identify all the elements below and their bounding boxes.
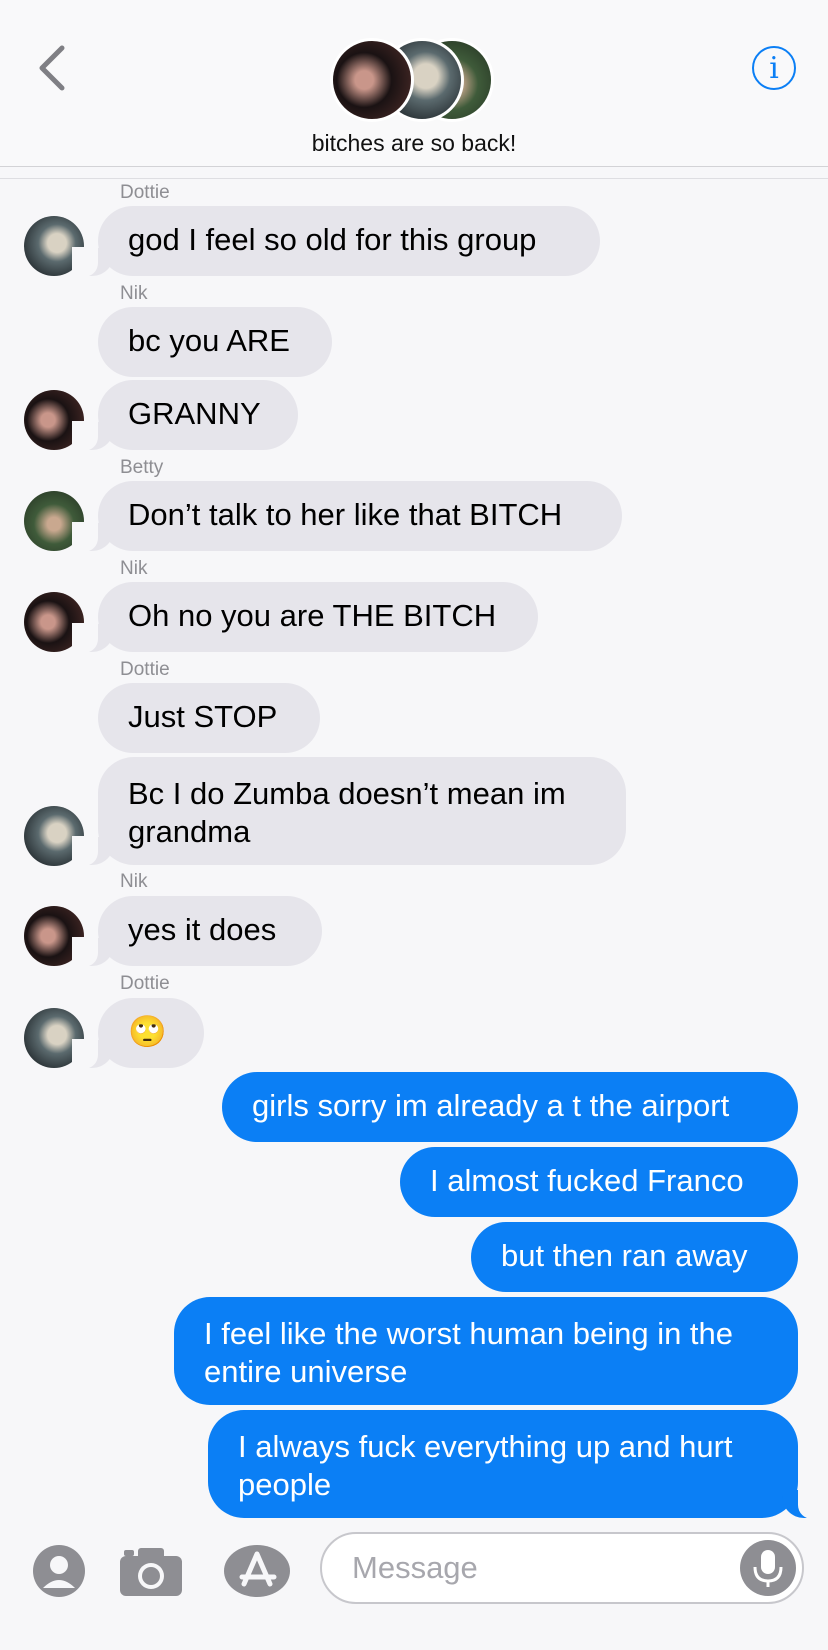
message-text: girls sorry im already a t the airport — [252, 1088, 730, 1123]
message-bubble-incoming[interactable]: Don’t talk to her like that BITCH — [72, 481, 622, 552]
contact-icon — [33, 1545, 85, 1597]
sender-name: Nik — [120, 558, 148, 579]
contact-button[interactable] — [32, 1544, 86, 1603]
message-input-bar: Message — [0, 1518, 828, 1650]
sender-name: Dottie — [120, 182, 170, 203]
info-button[interactable]: i — [752, 46, 796, 90]
header-divider — [0, 178, 828, 179]
message-bubble-incoming[interactable]: Bc I do Zumba doesn’t mean im grandma — [72, 757, 626, 866]
dictation-button[interactable] — [740, 1540, 796, 1596]
message-bubble-outgoing[interactable]: I almost fucked Franco — [400, 1147, 798, 1217]
message-bubble-outgoing[interactable]: but then ran away — [471, 1222, 798, 1292]
message-text: Oh no you are THE BITCH — [128, 598, 497, 633]
message-text: Just STOP — [128, 699, 278, 734]
message-text: Don’t talk to her like that BITCH — [128, 497, 563, 532]
message-bubble-incoming[interactable]: Just STOP — [98, 683, 320, 753]
message-text: but then ran away — [501, 1238, 748, 1273]
message-text: bc you ARE — [128, 323, 290, 358]
group-avatars[interactable] — [330, 38, 494, 122]
message-bubble-incoming[interactable]: yes it does — [72, 896, 322, 967]
sender-name: Nik — [120, 871, 148, 892]
back-button[interactable] — [34, 44, 74, 92]
message-bubble-incoming[interactable]: 🙄 — [72, 998, 204, 1069]
rolling-eyes-emoji: 🙄 — [128, 1014, 167, 1049]
message-placeholder: Message — [352, 1550, 478, 1585]
message-bubble-incoming[interactable]: GRANNY — [72, 380, 298, 451]
conversation-title[interactable]: bitches are so back! — [0, 130, 828, 157]
message-text: Bc I do Zumba doesn’t mean im grandma — [128, 776, 566, 849]
camera-button[interactable] — [118, 1546, 184, 1603]
conversation-header: bitches are so back! i — [0, 0, 828, 167]
message-text: I almost fucked Franco — [430, 1163, 744, 1198]
message-bubble-outgoing[interactable]: girls sorry im already a t the airport — [222, 1072, 798, 1142]
message-text: I always fuck everything up and hurt peo… — [238, 1429, 733, 1502]
message-text: god I feel so old for this group — [128, 222, 537, 257]
app-store-button[interactable] — [222, 1544, 292, 1603]
message-bubble-outgoing[interactable]: I feel like the worst human being in the… — [174, 1297, 798, 1405]
message-bubble-outgoing[interactable]: I always fuck everything up and hurt peo… — [208, 1410, 824, 1519]
sender-name: Dottie — [120, 659, 170, 680]
message-text: I feel like the worst human being in the… — [204, 1316, 734, 1389]
message-bubble-incoming[interactable]: Oh no you are THE BITCH — [72, 582, 538, 653]
sender-name: Nik — [120, 283, 148, 304]
message-bubble-incoming[interactable]: god I feel so old for this group — [72, 206, 600, 277]
sender-name: Dottie — [120, 973, 170, 994]
app-store-icon — [224, 1545, 290, 1597]
chevron-left-icon — [39, 45, 65, 91]
message-input[interactable]: Message — [320, 1532, 804, 1604]
message-text: yes it does — [128, 912, 277, 947]
camera-icon — [120, 1548, 182, 1596]
info-icon: i — [769, 50, 779, 86]
microphone-icon — [753, 1550, 783, 1587]
sender-name: Betty — [120, 457, 164, 478]
group-avatar-nik — [330, 38, 414, 122]
message-bubble-incoming[interactable]: bc you ARE — [98, 307, 332, 377]
message-text: GRANNY — [128, 396, 261, 431]
